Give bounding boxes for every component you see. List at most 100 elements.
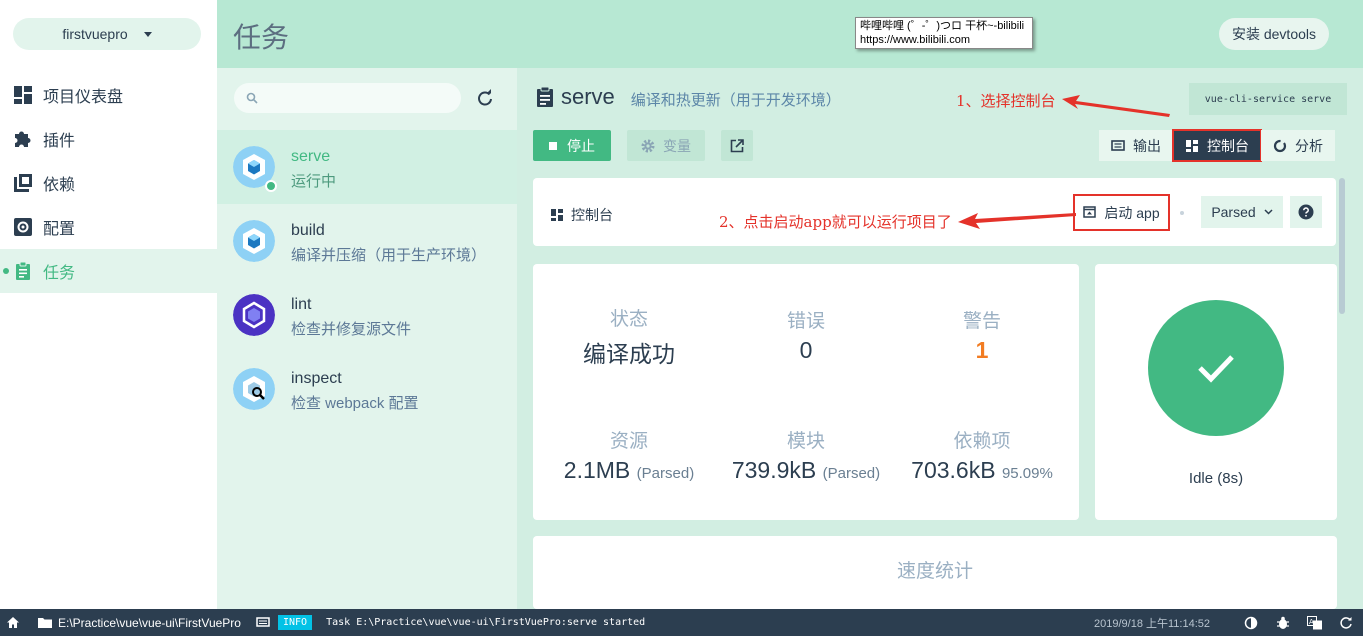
tab-label: 输出 (1133, 137, 1161, 154)
log-area[interactable]: INFO Task E:\Practice\vue\vue-ui\FirstVu… (256, 609, 645, 636)
console-heading: 控制台 (551, 205, 613, 225)
tab-console[interactable]: 控制台 (1172, 129, 1262, 162)
start-app-label: 启动 app (1104, 204, 1160, 221)
header: 任务 哔哩哔哩 (゜-゜)つロ 干杯~-bilibili https://www… (217, 0, 1363, 68)
translate-button[interactable]: A (1307, 609, 1323, 636)
stat-warnings: 警告 1 (891, 306, 1073, 364)
status-bar: E:\Practice\vue\vue-ui\FirstVuePro INFO … (0, 609, 1363, 636)
clipboard-icon (537, 86, 553, 107)
sidebar-item-dependencies[interactable]: 依赖 (0, 161, 217, 205)
refresh-icon[interactable] (475, 88, 495, 108)
help-icon (1298, 204, 1314, 220)
task-header: serve 编译和热更新（用于开发环境） (535, 84, 841, 110)
console-icon (256, 616, 270, 627)
console-toolbar: 控制台 2、点击启动app就可以运行项目了 启动 app Parsed (533, 178, 1336, 246)
task-description: 编译并压缩（用于生产环境） (291, 247, 487, 264)
puzzle-icon (15, 131, 31, 147)
clipboard-icon (16, 261, 30, 280)
gear-icon (641, 139, 655, 152)
webpack-icon (233, 220, 275, 262)
build-status-card: Idle (8s) (1095, 264, 1337, 520)
project-selector[interactable]: firstvuepro (13, 18, 201, 50)
theme-toggle[interactable] (1244, 609, 1258, 636)
dashboard-icon (551, 209, 563, 221)
start-app-button[interactable]: 启动 app (1073, 194, 1170, 231)
caret-down-icon (143, 31, 152, 37)
task-search-input[interactable] (234, 83, 461, 113)
task-detail: serve 编译和热更新（用于开发环境） 1、选择控制台 vue-cli-ser… (517, 68, 1363, 609)
donut-chart-icon (1273, 139, 1287, 152)
home-icon (7, 617, 19, 628)
stat-label: 警告 (962, 311, 1001, 332)
help-button[interactable] (1290, 196, 1322, 228)
datetime: 2019/9/18 上午11:14:52 (1094, 617, 1210, 630)
sidebar-item-tasks[interactable]: 任务 (0, 249, 217, 293)
stat-value: 739.9kB (731, 457, 817, 483)
tab-analyze[interactable]: 分析 (1261, 130, 1335, 161)
output-icon (1111, 139, 1125, 151)
settings-icon (14, 218, 32, 236)
sidebar-item-plugins[interactable]: 插件 (0, 117, 217, 161)
task-subtitle: 编译和热更新（用于开发环境） (630, 91, 841, 109)
command-badge: vue-cli-service serve (1189, 83, 1347, 115)
install-devtools-button[interactable]: 安装 devtools (1219, 18, 1329, 50)
project-path[interactable]: E:\Practice\vue\vue-ui\FirstVuePro (38, 609, 241, 636)
log-level-badge: INFO (278, 615, 313, 630)
annotation-step2: 2、点击启动app就可以运行项目了 (719, 213, 952, 231)
tab-label: 分析 (1295, 137, 1323, 154)
stat-note: (Parsed) (822, 465, 881, 482)
task-item-serve[interactable]: serve 运行中 (217, 130, 517, 204)
sidebar-item-label: 插件 (43, 133, 76, 150)
separator-dot (1180, 211, 1184, 215)
tab-output[interactable]: 输出 (1099, 130, 1173, 161)
tooltip-title: 哔哩哔哩 (゜-゜)つロ 干杯~-bilibili (860, 20, 1025, 32)
active-indicator (3, 268, 9, 274)
stat-status: 状态 编译成功 (538, 304, 720, 369)
folder-icon (38, 618, 52, 628)
tab-label: 控制台 (1207, 137, 1249, 154)
variables-button[interactable]: 变量 (627, 130, 705, 161)
sidebar-item-label: 依赖 (43, 177, 76, 194)
task-item-lint[interactable]: lint 检查并修复源文件 (217, 278, 517, 352)
task-title: serve (561, 84, 615, 109)
console-label: 控制台 (571, 207, 613, 223)
chevron-down-icon (1264, 209, 1273, 215)
stat-dependencies: 依赖项 703.6kB 95.09% (891, 426, 1073, 484)
dashboard-icon (1186, 139, 1198, 152)
tooltip-url: https://www.bilibili.com (860, 34, 971, 46)
task-name: lint (291, 296, 312, 313)
stat-value: 703.6kB (911, 457, 996, 483)
open-external-button[interactable] (721, 130, 753, 161)
project-name: firstvuepro (62, 26, 128, 42)
stat-label: 错误 (786, 311, 825, 332)
search-icon (246, 92, 258, 104)
stat-note: 95.09% (1001, 465, 1053, 482)
eslint-icon (233, 294, 275, 336)
library-icon (14, 174, 32, 192)
speed-stats-card: 速度统计 (533, 536, 1337, 609)
stat-errors: 错误 0 (715, 306, 897, 364)
project-path-text: E:\Practice\vue\vue-ui\FirstVuePro (58, 615, 241, 630)
stat-value: 1 (975, 337, 989, 363)
task-item-inspect[interactable]: inspect 检查 webpack 配置 (217, 352, 517, 426)
home-button[interactable] (6, 609, 20, 636)
stat-assets: 资源 2.1MB (Parsed) (538, 426, 720, 484)
scrollbar[interactable] (1339, 178, 1345, 314)
report-bug-button[interactable] (1276, 609, 1290, 636)
sidebar-item-label: 任务 (43, 265, 76, 282)
stop-icon (549, 141, 557, 150)
sidebar-item-dashboard[interactable]: 项目仪表盘 (0, 73, 217, 117)
size-mode-select[interactable]: Parsed (1201, 196, 1283, 228)
variables-label: 变量 (663, 137, 691, 154)
refresh-button[interactable] (1339, 609, 1353, 636)
open-in-new-icon (730, 138, 744, 152)
bug-icon (1277, 616, 1289, 629)
sidebar-item-config[interactable]: 配置 (0, 205, 217, 249)
check-icon (1198, 355, 1234, 383)
task-item-build[interactable]: build 编译并压缩（用于生产环境） (217, 204, 517, 278)
stop-button[interactable]: 停止 (533, 130, 611, 161)
stat-modules: 模块 739.9kB (Parsed) (715, 426, 897, 484)
stat-label: 资源 (609, 431, 648, 452)
success-indicator (1148, 300, 1284, 436)
task-name: serve (291, 148, 331, 165)
